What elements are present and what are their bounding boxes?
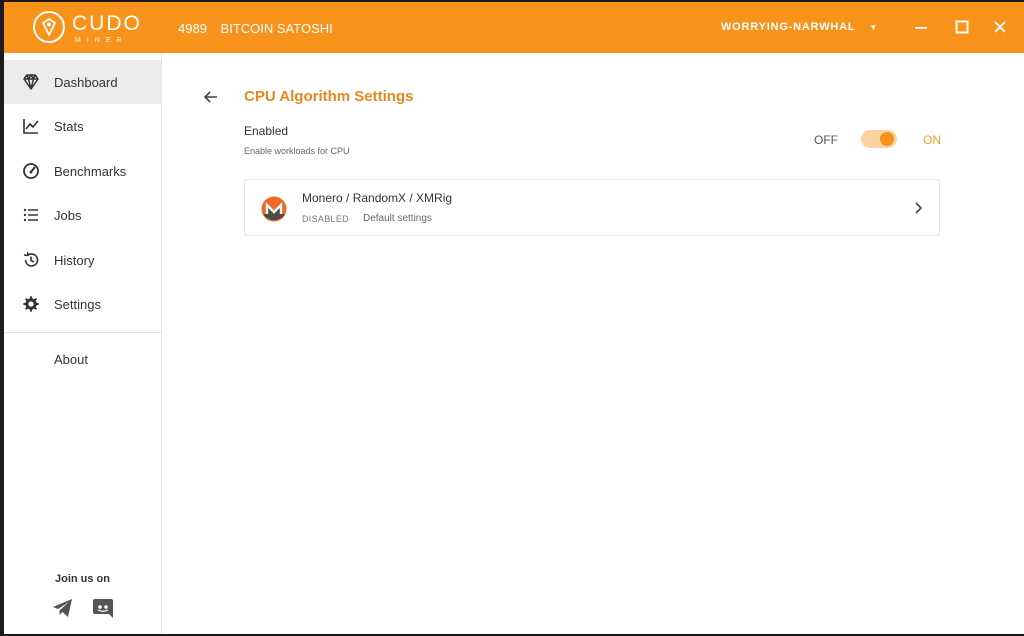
toggle-knob	[880, 132, 894, 146]
sidebar-item-label: Dashboard	[54, 74, 118, 90]
close-button[interactable]	[989, 16, 1011, 38]
sidebar-item-label: Jobs	[54, 207, 82, 223]
title-bar: CUDO MINER 4989 BITCOIN SATOSHI WORRYING…	[4, 2, 1024, 53]
back-button[interactable]	[202, 88, 220, 106]
minimize-icon	[915, 27, 927, 29]
sidebar-item-benchmarks[interactable]: Benchmarks	[4, 149, 161, 193]
cudo-miner-logo: CUDO MINER	[32, 10, 142, 46]
sidebar: Dashboard Stats Benchmarks Jobs History	[4, 53, 162, 634]
chevron-down-icon: ▼	[869, 22, 879, 32]
algorithm-name: Monero / RandomX / XMRig	[302, 191, 453, 205]
username-label: WORRYING-NARWHAL	[721, 21, 856, 33]
sidebar-item-label: History	[54, 252, 95, 268]
sidebar-item-stats[interactable]: Stats	[4, 104, 161, 148]
maximize-icon	[955, 20, 969, 34]
toggle-off-label: OFF	[814, 133, 838, 147]
sidebar-divider	[4, 332, 161, 333]
sidebar-item-label: Stats	[54, 118, 84, 134]
gear-icon	[22, 295, 40, 313]
balance-amount: 4989	[178, 21, 207, 36]
sidebar-item-about[interactable]: About	[54, 352, 88, 367]
discord-icon[interactable]	[91, 596, 115, 620]
sidebar-item-settings[interactable]: Settings	[4, 282, 161, 326]
algorithm-settings: Default settings	[363, 213, 432, 224]
cudo-logo-icon	[33, 11, 65, 43]
sidebar-item-history[interactable]: History	[4, 238, 161, 282]
close-icon	[994, 21, 1006, 33]
page-title: CPU Algorithm Settings	[244, 88, 414, 105]
main-content: CPU Algorithm Settings Enabled Enable wo…	[162, 53, 1024, 634]
balance-display: 4989 BITCOIN SATOSHI	[178, 21, 333, 36]
sidebar-item-label: Benchmarks	[54, 163, 127, 179]
sidebar-item-dashboard[interactable]: Dashboard	[4, 60, 161, 104]
enabled-label: Enabled	[244, 124, 289, 138]
speedometer-icon	[22, 162, 40, 180]
telegram-icon[interactable]	[51, 596, 75, 620]
algorithm-card-monero[interactable]: Monero / RandomX / XMRig DISABLED Defaul…	[244, 179, 940, 236]
logo-subtitle: MINER	[75, 37, 128, 44]
monero-icon	[261, 196, 287, 222]
minimize-button[interactable]	[910, 16, 932, 38]
user-menu[interactable]: WORRYING-NARWHAL ▼	[721, 21, 878, 33]
line-chart-icon	[22, 117, 40, 135]
enabled-toggle[interactable]	[861, 130, 897, 148]
list-icon	[22, 206, 40, 224]
history-icon	[22, 251, 40, 269]
arrow-left-icon	[203, 91, 217, 103]
algorithm-status: DISABLED	[302, 214, 349, 224]
join-us-label: Join us on	[55, 573, 110, 585]
diamond-icon	[22, 73, 40, 91]
balance-unit: BITCOIN SATOSHI	[220, 21, 333, 36]
chevron-right-icon	[912, 200, 924, 216]
maximize-button[interactable]	[951, 16, 973, 38]
logo-wordmark: CUDO	[72, 12, 142, 35]
sidebar-item-label: Settings	[54, 296, 101, 312]
enabled-description: Enable workloads for CPU	[244, 146, 350, 156]
app-window: CUDO MINER 4989 BITCOIN SATOSHI WORRYING…	[4, 2, 1024, 634]
toggle-on-label: ON	[923, 133, 941, 147]
sidebar-item-jobs[interactable]: Jobs	[4, 193, 161, 237]
